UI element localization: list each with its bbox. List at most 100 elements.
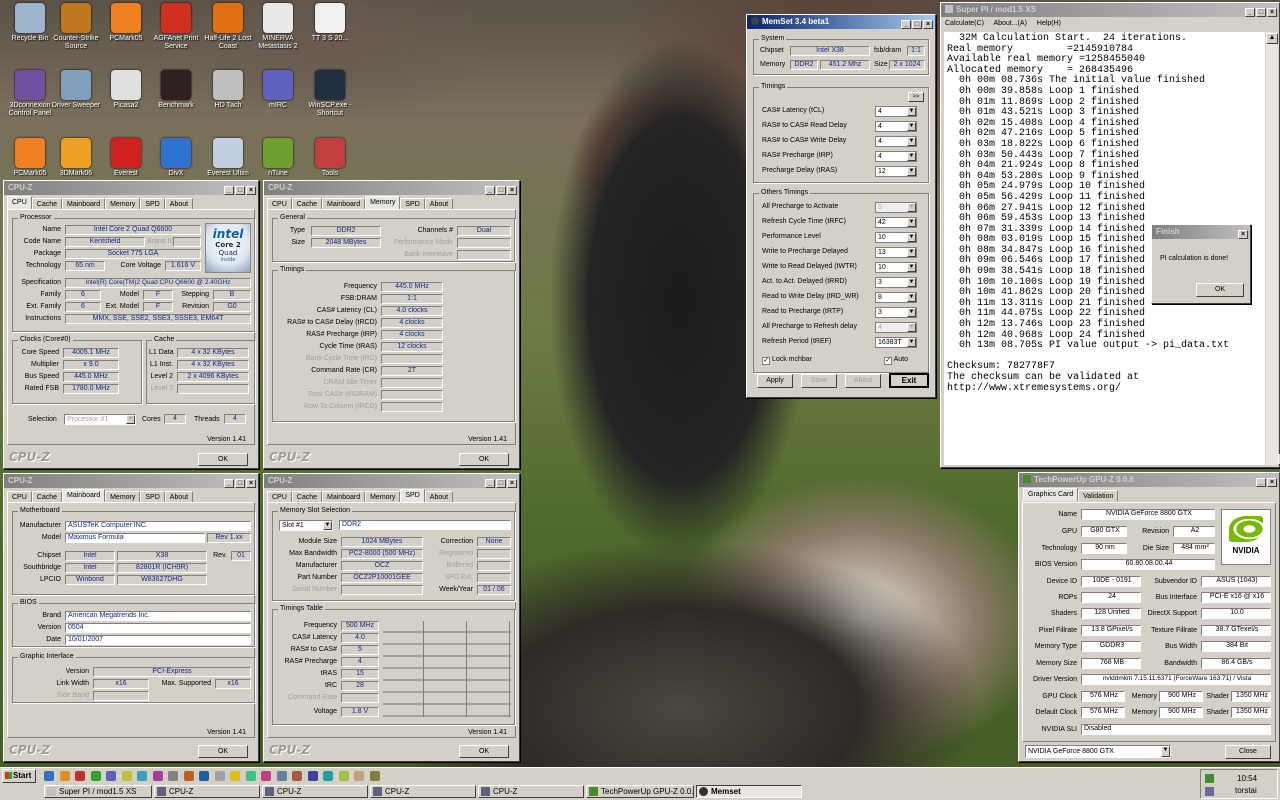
- tab-about[interactable]: About: [164, 491, 194, 502]
- quick-launch-icon[interactable]: [245, 771, 256, 781]
- tab-cpu[interactable]: CPU: [267, 491, 292, 502]
- ok-button[interactable]: OK: [198, 745, 248, 758]
- tab-cache[interactable]: Cache: [31, 491, 63, 502]
- minimize-button[interactable]: _: [901, 20, 911, 29]
- desktop-icon[interactable]: Half-Life 2 Lost Coast: [200, 3, 256, 51]
- close-button[interactable]: ×: [507, 186, 517, 195]
- timing-select[interactable]: 4 ▼: [875, 121, 917, 132]
- tab-cache[interactable]: Cache: [31, 198, 63, 209]
- task-superpi[interactable]: Super PI / mod1.5 XS: [44, 785, 152, 798]
- cpuz-mainboard-window[interactable]: CPU-Z _ □ × CPU Cache Mainboard Memory SPD…: [3, 473, 259, 762]
- quick-launch-icon[interactable]: [230, 771, 240, 781]
- tab-cache[interactable]: Cache: [291, 198, 323, 209]
- tab-memory[interactable]: Memory: [365, 196, 401, 209]
- desktop-icon[interactable]: Picasa2: [98, 70, 154, 110]
- tab-mainboard[interactable]: Mainboard: [322, 198, 366, 209]
- close-button[interactable]: ×: [1267, 478, 1277, 487]
- lock-mchbar-checkbox[interactable]: ✓ Lock mchbar: [762, 356, 812, 365]
- timing-select[interactable]: 10 ▼: [875, 232, 917, 243]
- quick-launch-icon[interactable]: [75, 771, 85, 781]
- clock-time[interactable]: 10:54: [1237, 774, 1257, 783]
- vertical-scrollbar[interactable]: ▲ ▼: [1266, 32, 1280, 465]
- quick-launch-icon[interactable]: [183, 771, 194, 781]
- tab-cpu[interactable]: CPU: [7, 196, 32, 209]
- timing-select[interactable]: 5 ▼: [875, 202, 917, 213]
- tab-about[interactable]: About: [424, 491, 454, 502]
- apply-button[interactable]: Apply: [757, 374, 793, 388]
- menu-about[interactable]: About...(A): [993, 20, 1026, 27]
- desktop-icon[interactable]: Everest Ultim: [200, 138, 256, 178]
- cpuz-cpu-window[interactable]: CPU-Z _ □ × CPU Cache Mainboard Memory SPD…: [3, 180, 259, 469]
- quick-launch-icon[interactable]: [369, 771, 380, 781]
- desktop-icon[interactable]: AGFAnet Print Service: [148, 3, 204, 51]
- menu-help[interactable]: Help(H): [1037, 20, 1061, 27]
- title-bar[interactable]: CPU-Z _ □ ×: [4, 181, 258, 195]
- maximize-button[interactable]: □: [496, 479, 506, 488]
- minimize-button[interactable]: _: [1256, 478, 1266, 487]
- tab-spd[interactable]: SPD: [400, 489, 425, 502]
- quick-launch-icon[interactable]: [261, 771, 271, 781]
- close-button[interactable]: ×: [246, 479, 256, 488]
- tab-validation[interactable]: Validation: [1078, 490, 1119, 501]
- tab-memory[interactable]: Memory: [365, 491, 401, 502]
- gpuz-window[interactable]: TechPowerUp GPU-Z 0.0.6 _ × Graphics Card…: [1018, 472, 1280, 762]
- quick-launch-icon[interactable]: [121, 771, 132, 781]
- title-bar[interactable]: CPU-Z _ □ ×: [264, 181, 519, 195]
- quick-launch-icon[interactable]: [214, 771, 225, 781]
- timing-select[interactable]: 42 ▼: [875, 217, 917, 228]
- tab-mainboard[interactable]: Mainboard: [322, 491, 366, 502]
- quick-launch-icon[interactable]: [338, 771, 349, 781]
- menu-calculate[interactable]: Calculate(C): [945, 20, 984, 27]
- auto-checkbox[interactable]: ✓ Auto: [884, 356, 908, 365]
- tab-spd[interactable]: SPD: [140, 491, 165, 502]
- desktop-icon[interactable]: HD Tach: [200, 70, 256, 110]
- task-cpuz-4[interactable]: CPU-Z: [478, 785, 584, 798]
- minimize-button[interactable]: _: [224, 186, 234, 195]
- finish-dialog[interactable]: Finish × PI calculation is done! OK: [1151, 224, 1251, 304]
- timing-select[interactable]: 13 ▼: [875, 247, 917, 258]
- title-bar[interactable]: TechPowerUp GPU-Z 0.0.6 _ ×: [1019, 473, 1279, 487]
- tab-cpu[interactable]: CPU: [7, 491, 32, 502]
- tab-about[interactable]: About: [424, 198, 454, 209]
- memset-window[interactable]: MemSet 3.4 beta1 _ □ × System Chipset Inte…: [746, 14, 936, 398]
- ok-button[interactable]: OK: [198, 453, 248, 466]
- desktop-icon[interactable]: PCMark05: [98, 3, 154, 43]
- quick-launch-icon[interactable]: [137, 771, 147, 781]
- minimize-button[interactable]: _: [224, 479, 234, 488]
- timing-select[interactable]: 4 ▼: [875, 151, 917, 162]
- task-memset[interactable]: Memset: [696, 785, 802, 798]
- quick-launch-icon[interactable]: [90, 771, 101, 781]
- about-button[interactable]: About: [845, 374, 881, 388]
- close-button[interactable]: ×: [1267, 8, 1277, 17]
- tab-about[interactable]: About: [164, 198, 194, 209]
- timing-select[interactable]: 8 ▼: [875, 292, 917, 303]
- quick-launch-icon[interactable]: [44, 771, 54, 781]
- title-bar[interactable]: CPU-Z _ □ ×: [264, 474, 519, 488]
- tab-spd[interactable]: SPD: [400, 198, 425, 209]
- desktop-icon[interactable]: Tools: [302, 138, 358, 178]
- cpuz-memory-window[interactable]: CPU-Z _ □ × CPU Cache Mainboard Memory SPD…: [263, 180, 520, 469]
- desktop-icon[interactable]: MINERVA Metastasis 2: [250, 3, 306, 51]
- title-bar[interactable]: MemSet 3.4 beta1 _ □ ×: [747, 15, 935, 29]
- desktop-icon[interactable]: WinSCP.exe - Shortcut: [302, 70, 358, 118]
- timing-select[interactable]: 4 ▼: [875, 106, 917, 117]
- maximize-button[interactable]: □: [235, 186, 245, 195]
- quick-launch-icon[interactable]: [152, 771, 163, 781]
- ok-button[interactable]: OK: [459, 745, 509, 758]
- network-icon[interactable]: [1205, 774, 1214, 783]
- quick-launch-icon[interactable]: [106, 771, 116, 781]
- tab-graphics-card[interactable]: Graphics Card: [1023, 488, 1079, 501]
- desktop-icon[interactable]: mIRC: [250, 70, 306, 110]
- minimize-button[interactable]: _: [485, 186, 495, 195]
- title-bar[interactable]: Finish ×: [1152, 225, 1250, 239]
- card-select[interactable]: NVIDIA GeForce 8800 GTX ▼: [1025, 745, 1171, 758]
- timing-select[interactable]: 10 ▼: [875, 262, 917, 273]
- tab-memory[interactable]: Memory: [105, 491, 141, 502]
- timing-select[interactable]: 4 ▼: [875, 136, 917, 147]
- maximize-button[interactable]: □: [235, 479, 245, 488]
- tab-memory[interactable]: Memory: [105, 198, 141, 209]
- desktop-icon[interactable]: Everest: [98, 138, 154, 178]
- tab-spd[interactable]: SPD: [140, 198, 165, 209]
- desktop-icon[interactable]: nTune: [250, 138, 306, 178]
- save-button[interactable]: Save: [801, 374, 837, 388]
